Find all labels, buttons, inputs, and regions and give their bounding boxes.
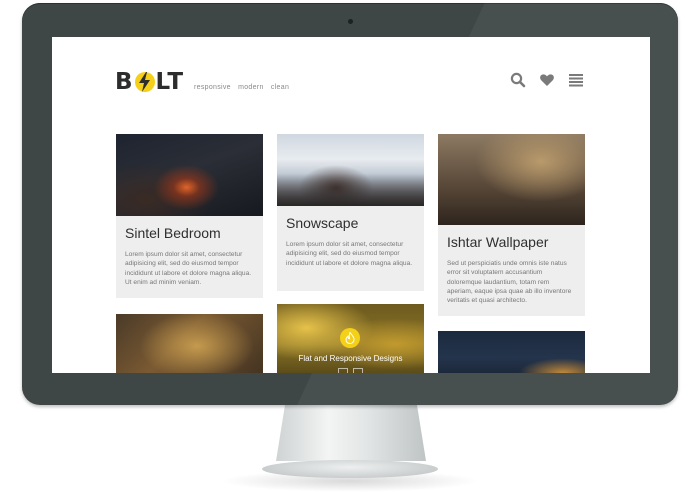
logo-letters-lt: LT bbox=[155, 69, 185, 95]
post-card-image[interactable] bbox=[116, 314, 263, 373]
post-title[interactable]: Sintel Bedroom bbox=[116, 224, 263, 242]
monitor-base bbox=[262, 460, 438, 478]
post-card-image[interactable] bbox=[438, 331, 585, 373]
site-logo[interactable]: B LT bbox=[115, 70, 184, 94]
feature-buttons bbox=[277, 368, 424, 373]
website-screen: B LT responsive modern clean Sintel Bedr… bbox=[52, 37, 650, 373]
post-title[interactable]: Snowscape bbox=[277, 214, 424, 232]
post-card-snowscape[interactable]: Snowscape Lorem ipsum dolor sit amet, co… bbox=[277, 134, 424, 291]
post-thumbnail bbox=[438, 331, 585, 373]
post-excerpt: Lorem ipsum dolor sit amet, consectetur … bbox=[125, 251, 252, 286]
webcam-dot bbox=[348, 19, 353, 24]
feature-card[interactable]: Flat and Responsive Designs bbox=[277, 304, 424, 373]
monitor-stand bbox=[276, 405, 426, 461]
post-thumbnail bbox=[277, 134, 424, 206]
feature-button-left[interactable] bbox=[338, 368, 348, 373]
feature-button-right[interactable] bbox=[353, 368, 363, 373]
tagline-word: modern bbox=[238, 84, 264, 91]
post-title[interactable]: Ishtar Wallpaper bbox=[438, 233, 585, 251]
post-thumbnail bbox=[116, 134, 263, 216]
post-card-ishtar-wallpaper[interactable]: Ishtar Wallpaper Sed ut perspiciatis und… bbox=[438, 134, 585, 316]
post-excerpt: Lorem ipsum dolor sit amet, consectetur … bbox=[286, 241, 413, 267]
tagline-word: responsive bbox=[194, 84, 231, 91]
site-tagline: responsive modern clean bbox=[194, 84, 294, 91]
logo-letter-b: B bbox=[115, 69, 134, 95]
post-card-sintel-bedroom[interactable]: Sintel Bedroom Lorem ipsum dolor sit ame… bbox=[116, 134, 263, 298]
post-thumbnail bbox=[438, 134, 585, 225]
lightning-bolt-icon bbox=[134, 70, 155, 94]
feature-background: Flat and Responsive Designs bbox=[277, 304, 424, 373]
post-thumbnail bbox=[116, 314, 263, 373]
menu-icon[interactable] bbox=[568, 72, 584, 88]
tagline-word: clean bbox=[270, 84, 290, 91]
post-excerpt: Sed ut perspiciatis unde omnis iste natu… bbox=[447, 260, 572, 305]
search-icon[interactable] bbox=[510, 72, 526, 88]
feature-title: Flat and Responsive Designs bbox=[298, 354, 403, 363]
flame-icon bbox=[340, 328, 360, 348]
heart-icon[interactable] bbox=[539, 72, 555, 88]
